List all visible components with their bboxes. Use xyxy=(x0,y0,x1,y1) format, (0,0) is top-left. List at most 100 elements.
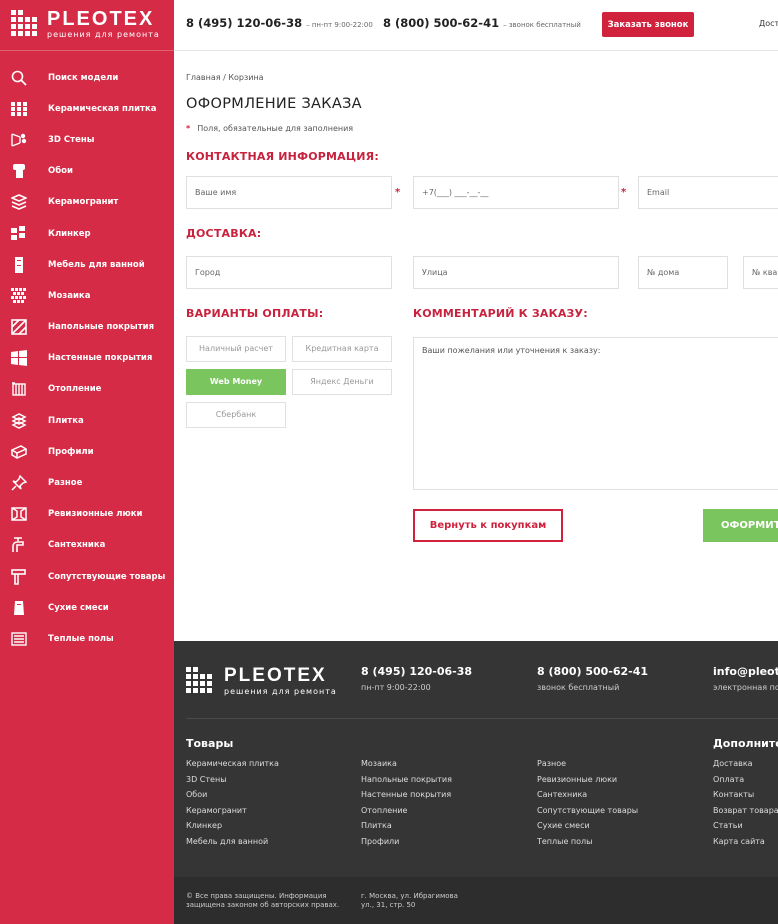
breadcrumb[interactable]: Главная / Корзина xyxy=(186,73,264,82)
footer-link[interactable]: Сопутствующие товары xyxy=(537,806,638,822)
sidebar-item-label: Напольные покрытия xyxy=(48,322,155,333)
footer-link[interactable]: Напольные покрытия xyxy=(361,775,452,791)
address-line: г. Москва, ул. Ибрагимова xyxy=(361,892,458,900)
header-delivery-link[interactable]: Дост xyxy=(759,19,778,28)
comment-textarea[interactable]: Ваши пожелания или уточнения к заказу: xyxy=(413,337,778,490)
sidebar-item-bath-furniture[interactable]: Мебель для ванной xyxy=(0,249,174,280)
wallpaper-roll-icon xyxy=(13,164,25,179)
footer-link[interactable]: Керамогранит xyxy=(186,806,279,822)
mosaic-icon xyxy=(11,287,26,303)
sidebar-item-label: Теплые полы xyxy=(48,633,114,644)
footer-link[interactable]: Мозаика xyxy=(361,759,452,775)
sidebar-item-dry-mixes[interactable]: Сухие смеси xyxy=(0,592,174,623)
footer-link[interactable]: Керамическая плитка xyxy=(186,759,279,775)
footer-link[interactable]: Ревизионные люки xyxy=(537,775,638,791)
sidebar-item-misc[interactable]: Разное xyxy=(0,467,174,498)
sidebar-item-porcelain[interactable]: Керамогранит xyxy=(0,187,174,218)
payment-cash[interactable]: Наличный расчет xyxy=(186,336,286,362)
sidebar-item-label: Отопление xyxy=(48,384,102,395)
footer-link[interactable]: Карта сайта xyxy=(713,837,778,853)
city-field[interactable]: Город xyxy=(186,256,392,289)
place-order-button[interactable]: ОФОРМИТ xyxy=(703,509,778,542)
payment-yandex-money[interactable]: Яндекс Деньги xyxy=(292,369,392,395)
payment-credit-card[interactable]: Кредитная карта xyxy=(292,336,392,362)
sidebar-item-plumbing[interactable]: Сантехника xyxy=(0,530,174,561)
footer-link[interactable]: Сантехника xyxy=(537,790,638,806)
back-to-shopping-button[interactable]: Вернуть к покупкам xyxy=(413,509,563,542)
footer-link[interactable]: Доставка xyxy=(713,759,778,775)
payment-sberbank[interactable]: Сбербанк xyxy=(186,402,286,428)
sidebar-item-3d-walls[interactable]: 3D Стены xyxy=(0,124,174,155)
footer-link[interactable]: Оплата xyxy=(713,775,778,791)
email-note: электронная по xyxy=(713,683,778,692)
logo-title: PLEOTEX xyxy=(47,8,155,30)
tools-icon xyxy=(11,568,26,585)
footer-link[interactable]: Разное xyxy=(537,759,638,775)
sidebar-item-label: Керамогранит xyxy=(48,197,119,208)
footer-phone-2[interactable]: 8 (800) 500-62-41 звонок бесплатный xyxy=(537,665,648,692)
required-asterisk: * xyxy=(395,187,401,198)
flat-field[interactable]: № квар xyxy=(743,256,778,289)
sidebar-item-hatches[interactable]: Ревизионные люки xyxy=(0,499,174,530)
sidebar-item-mosaic[interactable]: Мозаика xyxy=(0,280,174,311)
sidebar-item-clinker[interactable]: Клинкер xyxy=(0,218,174,249)
footer-link[interactable]: Контакты xyxy=(713,790,778,806)
email-field[interactable]: Email xyxy=(638,176,778,209)
sidebar-item-label: Ревизионные люки xyxy=(48,509,143,520)
sidebar-item-label: Профили xyxy=(48,446,94,457)
copyright: © Все права защищены. Информация защищен… xyxy=(186,892,339,910)
payment-webmoney[interactable]: Web Money xyxy=(186,369,286,395)
search-icon xyxy=(11,70,27,86)
pin-icon xyxy=(11,475,27,491)
street-field[interactable]: Улица xyxy=(413,256,619,289)
footer-link[interactable]: Возврат товара xyxy=(713,806,778,822)
footer-link[interactable]: Статьи xyxy=(713,821,778,837)
footer-column-1: Керамическая плитка 3D Стены Обои Керамо… xyxy=(186,759,279,853)
logo[interactable]: PLEOTEX решения для ремонта xyxy=(11,8,160,40)
sidebar-item-wallpaper[interactable]: Обои xyxy=(0,156,174,187)
phone-note: звонок бесплатный xyxy=(537,683,620,692)
sidebar-item-heating[interactable]: Отопление xyxy=(0,374,174,405)
sidebar-item-label: Керамическая плитка xyxy=(48,103,157,114)
logo-tagline: решения для ремонта xyxy=(47,30,160,39)
footer-email[interactable]: info@pleotex электронная по xyxy=(713,665,778,692)
footer-logo[interactable]: PLEOTEX решения для ремонта xyxy=(186,666,337,696)
sidebar-divider xyxy=(0,50,174,51)
delivery-section-title: ДОСТАВКА: xyxy=(186,227,262,240)
sidebar-item-accessories[interactable]: Сопутствующие товары xyxy=(0,561,174,592)
footer-link[interactable]: 3D Стены xyxy=(186,775,279,791)
sidebar-item-tile[interactable]: Плитка xyxy=(0,405,174,436)
sidebar-item-search[interactable]: Поиск модели xyxy=(0,62,174,93)
sidebar-item-profiles[interactable]: Профили xyxy=(0,436,174,467)
email-address: info@pleotex xyxy=(713,665,778,678)
footer-link[interactable]: Теплые полы xyxy=(537,837,638,853)
header-phone-1[interactable]: 8 (495) 120-06-38– пн-пт 9:00-22:00 xyxy=(186,16,373,30)
sidebar-item-wall-coverings[interactable]: Настенные покрытия xyxy=(0,343,174,374)
sidebar-item-floor[interactable]: Напольные покрытия xyxy=(0,312,174,343)
sidebar-item-label: Мозаика xyxy=(48,290,91,301)
phone-number: 8 (800) 500-62-41 xyxy=(383,16,500,30)
footer-link[interactable]: Обои xyxy=(186,790,279,806)
required-note: * Поля, обязательные для заполнения xyxy=(186,124,353,133)
footer-phone-1[interactable]: 8 (495) 120-06-38 пн-пт 9:00-22:00 xyxy=(361,665,472,692)
required-asterisk: * xyxy=(186,124,191,133)
logo-mark-icon xyxy=(11,10,37,36)
footer-link[interactable]: Профили xyxy=(361,837,452,853)
bag-icon xyxy=(14,600,24,615)
footer-link[interactable]: Клинкер xyxy=(186,821,279,837)
3d-wall-icon xyxy=(11,133,27,147)
phone-number: 8 (495) 120-06-38 xyxy=(361,665,473,678)
required-note-text: Поля, обязательные для заполнения xyxy=(197,124,354,133)
footer-link[interactable]: Отопление xyxy=(361,806,452,822)
footer-link[interactable]: Плитка xyxy=(361,821,452,837)
order-call-button[interactable]: Заказать звонок xyxy=(602,12,694,37)
footer-link[interactable]: Мебель для ванной xyxy=(186,837,279,853)
house-field[interactable]: № дома xyxy=(638,256,728,289)
header-phone-2[interactable]: 8 (800) 500-62-41– звонок бесплатный xyxy=(383,16,581,30)
sidebar-item-ceramic-tile[interactable]: Керамическая плитка xyxy=(0,93,174,124)
phone-field[interactable]: +7(___) ___-__-__ xyxy=(413,176,619,209)
footer-link[interactable]: Настенные покрытия xyxy=(361,790,452,806)
sidebar-item-heated-floors[interactable]: Теплые полы xyxy=(0,623,174,654)
name-field[interactable]: Ваше имя xyxy=(186,176,392,209)
footer-link[interactable]: Сухие смеси xyxy=(537,821,638,837)
